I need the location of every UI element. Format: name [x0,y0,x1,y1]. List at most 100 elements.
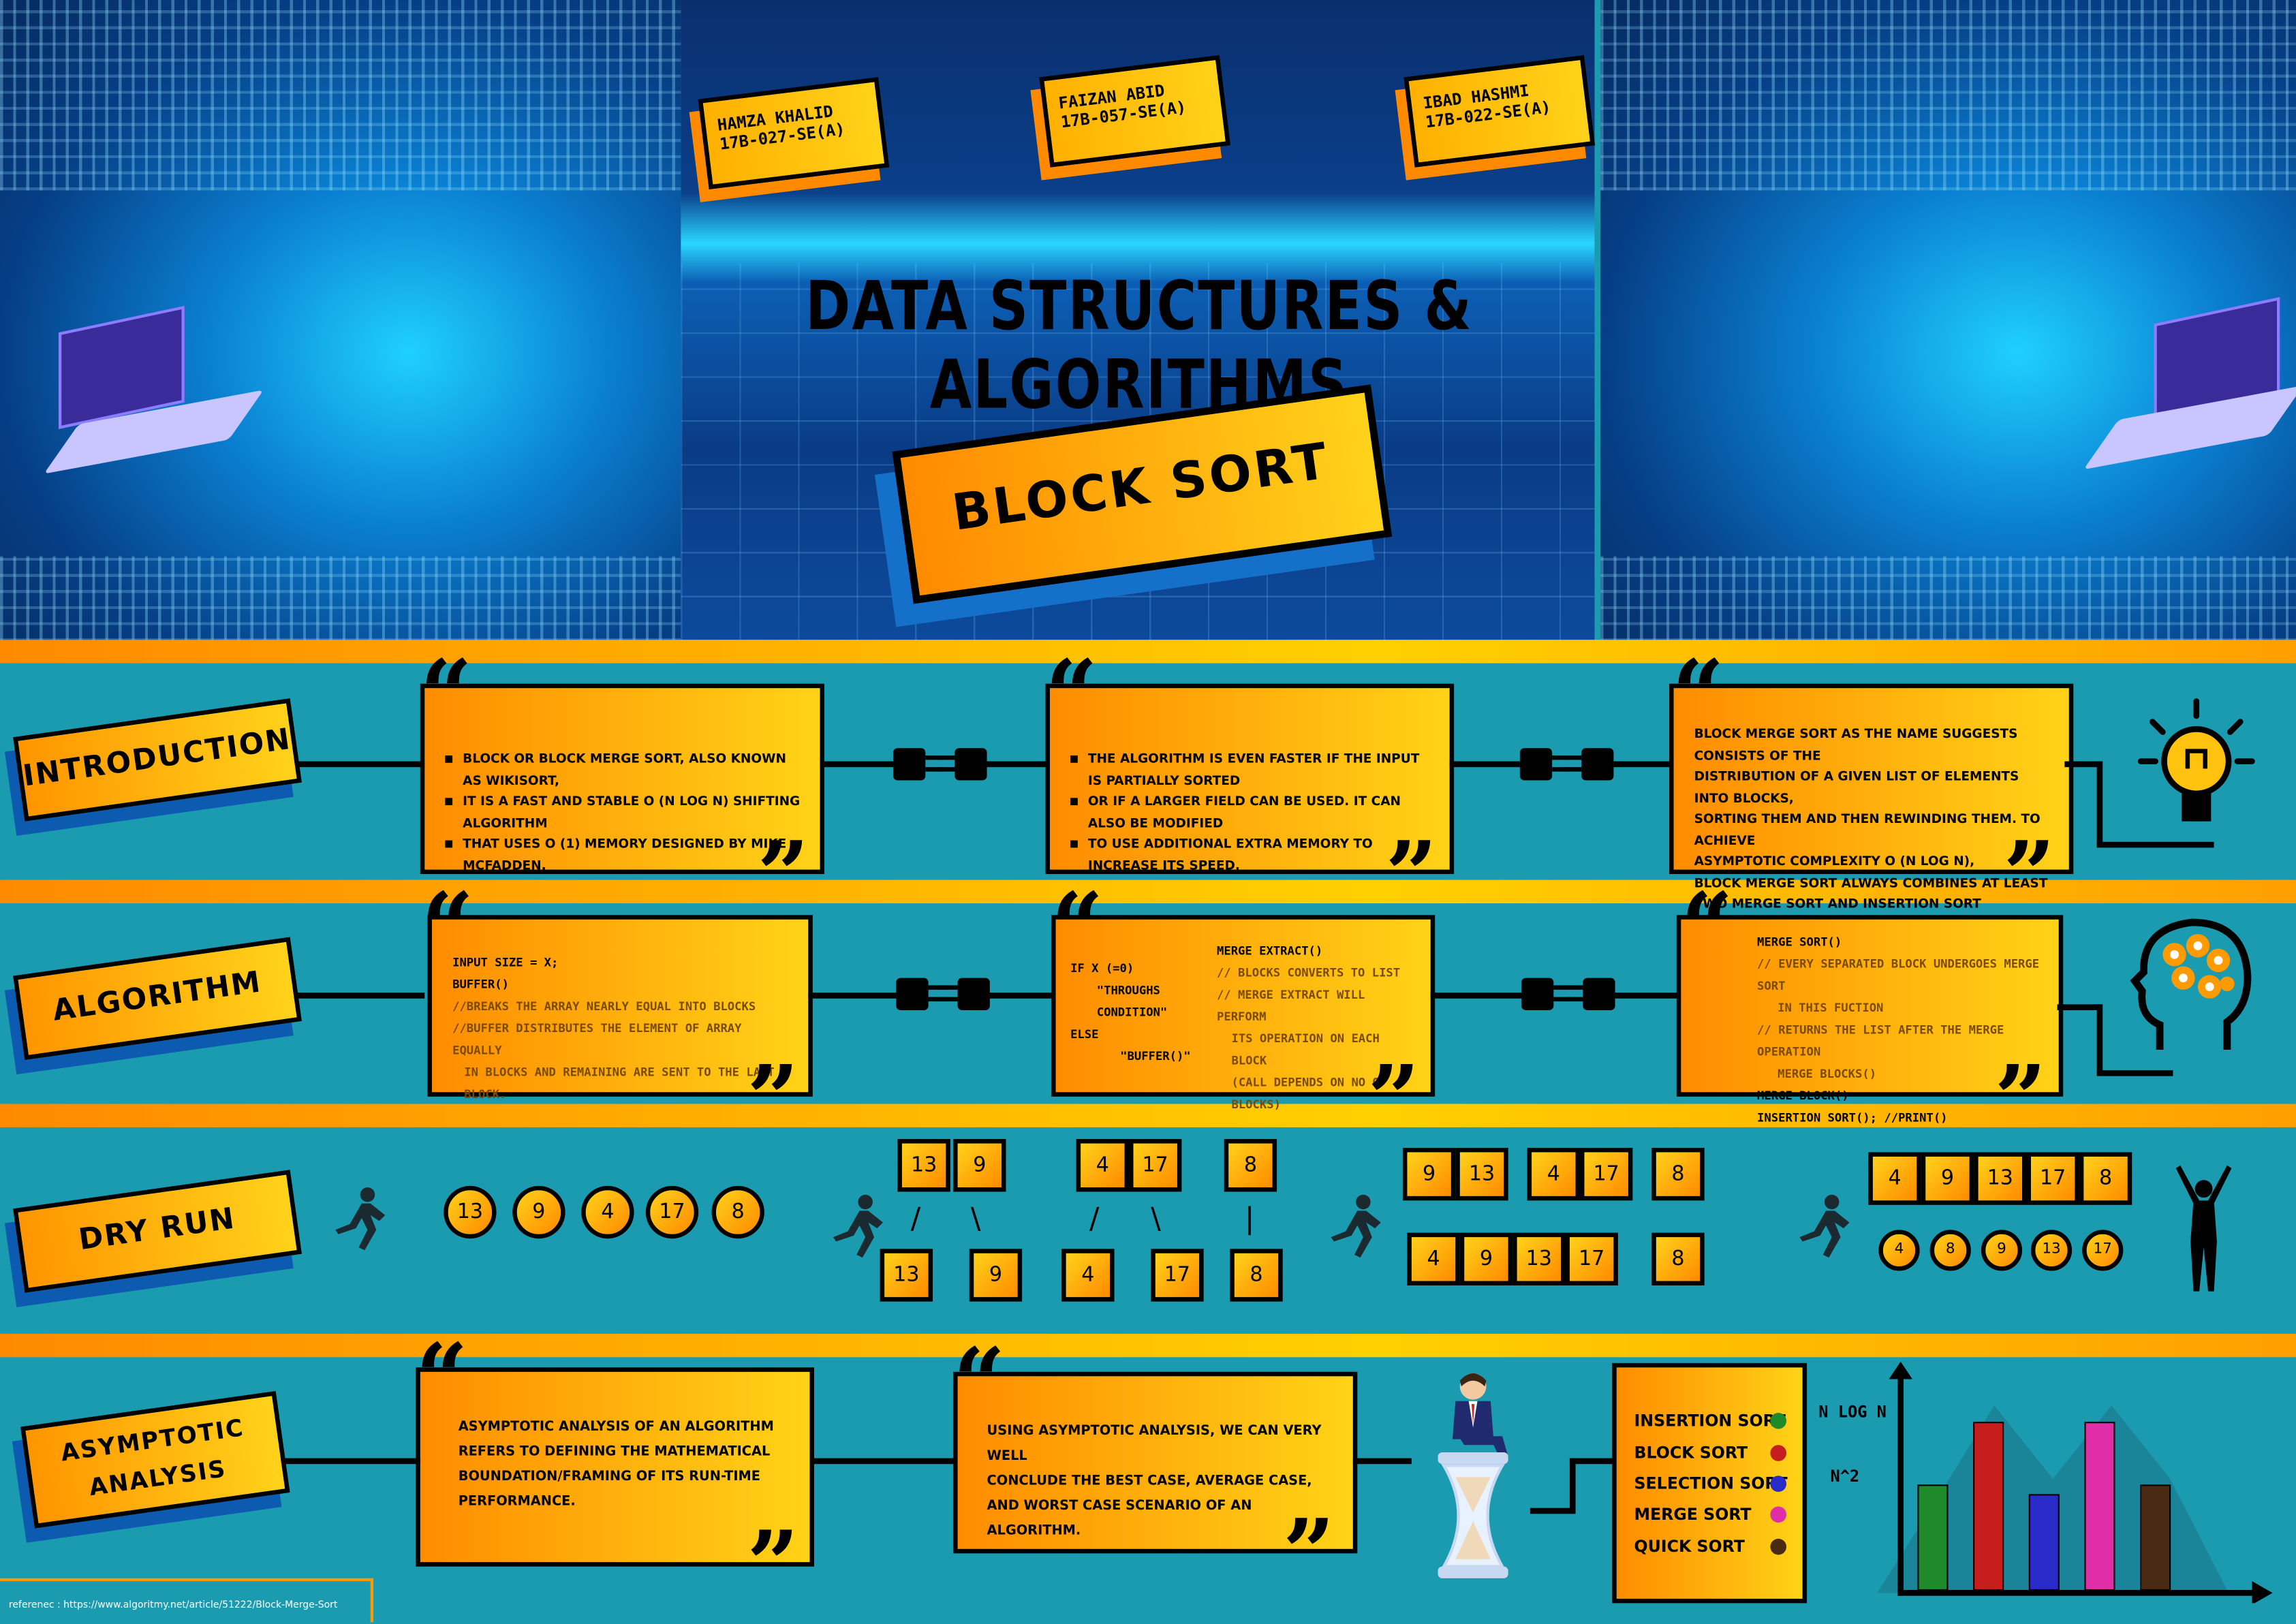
close-quote-icon: ” [1994,1045,2047,1153]
sorted-element: 9 [1981,1230,2023,1271]
page-title: DATA STRUCTURES & ALGORITHMS [805,266,1473,424]
close-quote-icon: ” [747,1045,799,1153]
runner-icon [1331,1194,1381,1258]
bar-block-sort [1973,1422,2004,1591]
celebrating-person-icon [2175,1165,2232,1292]
legend-label: QUICK SORT [1634,1537,1745,1557]
input-element: 13 [444,1185,497,1239]
runner-icon [833,1194,883,1258]
split-block: 8 [1224,1139,1277,1192]
open-quote-icon: “ [953,1328,1006,1435]
split-line: \ [970,1200,981,1236]
merge-block: 13 [1455,1147,1508,1201]
plug-icon [1564,748,1614,781]
hourglass-businessman-icon [1438,1373,1508,1578]
legend-color-dot [1770,1475,1787,1493]
bar-selection-sort [2028,1494,2060,1591]
open-quote-icon: “ [421,872,474,980]
split-line: \ [1151,1200,1161,1236]
intro-line: TO USE ADDITIONAL EXTRA MEMORY TO INCREA… [1070,834,1435,877]
split-line: | [1244,1200,1255,1236]
divider [0,1333,2296,1358]
lightbulb-icon [2137,698,2255,822]
split-block: 17 [1129,1139,1182,1192]
legend-color-dot [1770,1538,1787,1555]
intro-line: BLOCK MERGE SORT AS THE NAME SUGGESTS CO… [1694,728,2018,764]
reference-link[interactable]: referenec : https://www.algoritmy.net/ar… [9,1599,338,1610]
section-tag-introduction: INTRODUCTION [13,698,302,822]
open-quote-icon: “ [1681,872,1733,980]
intro-line: BLOCK OR BLOCK MERGE SORT, ALSO KNOWN AS… [445,749,805,792]
split-block: 17 [1151,1249,1204,1302]
final-block: 4 [1868,1152,1921,1205]
merge-block: 8 [1651,1232,1705,1285]
merge-block: 4 [1407,1232,1460,1285]
final-block: 9 [1921,1152,1974,1205]
runner-icon [1799,1194,1850,1258]
split-block: 13 [880,1249,933,1302]
plug-icon [940,978,990,1010]
sorted-element: 17 [2082,1230,2124,1271]
intro-line: OR IF A LARGER FIELD CAN BE USED. IT CAN… [1070,792,1435,834]
plug-icon [1565,978,1615,1010]
split-block: 9 [953,1139,1006,1192]
merge-block: 13 [1512,1232,1566,1285]
section-tag-algorithm: ALGORITHM [13,937,302,1061]
intro-line: THAT USES O (1) MEMORY DESIGNED BY MIKE … [445,834,805,877]
merge-block: 8 [1651,1147,1705,1201]
open-quote-icon: “ [420,640,473,747]
input-element: 8 [711,1185,764,1239]
intro-line: THE ALGORITHM IS EVEN FASTER IF THE INPU… [1070,749,1435,792]
split-line: / [910,1200,921,1236]
open-quote-icon: “ [1045,640,1098,747]
open-quote-icon: “ [1051,872,1104,980]
final-block: 8 [2079,1152,2132,1205]
split-block: 4 [1061,1249,1115,1302]
y-tick-label: N LOG N [1818,1402,1887,1421]
merge-block: 9 [1459,1232,1513,1285]
section-tag-asymptotic: ASYMPTOTIC ANALYSIS [20,1390,290,1529]
legend-label: MERGE SORT [1634,1505,1752,1525]
split-line: / [1089,1200,1100,1236]
final-block: 17 [2026,1152,2079,1205]
final-block: 13 [1974,1152,2027,1205]
complexity-chart: N LOG N N^2 [1818,1361,2273,1604]
bar-merge-sort [2084,1422,2115,1591]
bar-insertion-sort [1917,1484,1949,1591]
legend-color-dot [1770,1445,1787,1461]
split-block: 9 [969,1249,1023,1302]
algorithm-legend: INSERTION SORT BLOCK SORT SELECTION SORT… [1612,1362,1808,1604]
close-quote-icon: ” [1367,1045,1421,1153]
header-right-panel [1600,0,2296,642]
sorted-element: 4 [1878,1230,1920,1271]
intro-line: IT IS A FAST AND STABLE O (N LOG N) SHIF… [445,792,805,834]
intro-line: BLOCK MERGE SORT ALWAYS COMBINES AT LEAS… [1694,876,2048,891]
runner-icon [335,1187,386,1251]
merge-block: 9 [1402,1147,1456,1201]
brain-head-icon [2130,918,2252,1050]
split-block: 4 [1076,1139,1130,1192]
close-quote-icon: ” [747,1510,799,1618]
input-element: 17 [645,1185,699,1239]
plug-icon [1519,748,1570,781]
legend-label: BLOCK SORT [1634,1443,1748,1463]
merge-block: 17 [1579,1147,1633,1201]
close-quote-icon: ” [1282,1499,1335,1606]
header-left-panel [0,0,681,642]
section-tag-dry-run: DRY RUN [13,1170,302,1293]
open-quote-icon: “ [416,1323,469,1431]
open-quote-icon: “ [1672,640,1725,747]
close-quote-icon: ” [2003,821,2055,928]
bar-quick-sort [2140,1484,2171,1591]
plug-icon [1521,978,1572,1010]
divider [0,640,2296,663]
intro-line: DISTRIBUTION OF A GIVEN LIST OF ELEMENTS… [1694,770,2019,807]
intro-line: ASYMPTOTIC COMPLEXITY O (N LOG N), [1694,855,1975,870]
plug-icon [893,748,944,781]
legend-color-dot [1770,1412,1787,1429]
close-quote-icon: ” [1385,821,1438,928]
sorted-element: 13 [2030,1230,2073,1271]
legend-label: SELECTION SORT [1634,1474,1788,1494]
plug-icon [937,748,987,781]
input-element: 4 [581,1185,634,1239]
